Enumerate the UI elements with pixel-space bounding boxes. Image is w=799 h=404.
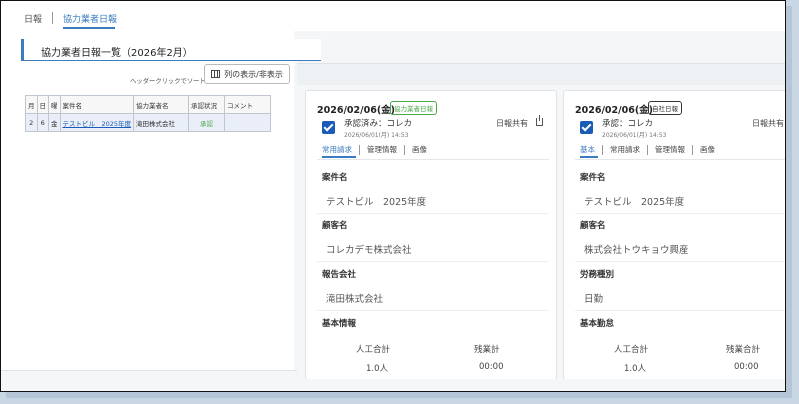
approval-timestamp: 2026/06/01(月) 14:53 bbox=[602, 132, 667, 139]
overtime-total-label: 残業合計 bbox=[726, 345, 761, 355]
header-approval-status[interactable]: 承認状況 bbox=[188, 95, 226, 114]
cell-weekday: 金 bbox=[48, 113, 61, 132]
field-label-labor-type: 労務種別 bbox=[580, 270, 615, 280]
approval-timestamp: 2026/06/01(月) 14:53 bbox=[344, 132, 409, 139]
active-subtab-indicator bbox=[580, 156, 598, 158]
header-contractor[interactable]: 協力業者名 bbox=[133, 95, 190, 114]
field-label-project: 案件名 bbox=[322, 173, 348, 183]
field-divider bbox=[317, 261, 549, 262]
cell-approval-status: 承認 bbox=[188, 113, 226, 132]
subtab-management[interactable]: 管理情報 bbox=[360, 144, 404, 155]
share-report-button[interactable]: 日報共有 bbox=[496, 118, 528, 129]
cell-month: 2 bbox=[25, 113, 38, 132]
cell-day: 6 bbox=[36, 113, 49, 132]
total-manpower-value: 1.0人 bbox=[624, 364, 647, 374]
page-title: 協力業者日報一覧（2026年2月） bbox=[41, 48, 193, 59]
report-table: 月 日 曜 案件名 協力業者名 承認状況 コメント 2 6 金 テストビル 20… bbox=[25, 95, 272, 132]
subtab-management[interactable]: 管理情報 bbox=[648, 144, 692, 155]
active-tab-indicator bbox=[63, 27, 115, 29]
field-value-project: テストビル 2025年度 bbox=[584, 197, 685, 208]
subtab-images[interactable]: 画像 bbox=[405, 144, 434, 155]
select-checkbox[interactable] bbox=[580, 121, 593, 134]
header-project[interactable]: 案件名 bbox=[59, 95, 135, 114]
table-header-row: 月 日 曜 案件名 協力業者名 承認状況 コメント bbox=[25, 95, 272, 114]
select-checkbox[interactable] bbox=[322, 121, 335, 134]
subtab-images[interactable]: 画像 bbox=[693, 144, 722, 155]
column-visibility-button[interactable]: 列の表示/非表示 bbox=[204, 64, 290, 84]
subtab-divider bbox=[575, 159, 785, 160]
header-day[interactable]: 日 bbox=[36, 95, 49, 114]
section-basic-info: 基本情報 bbox=[322, 319, 357, 329]
field-label-reporting-company: 報告会社 bbox=[322, 270, 357, 280]
overtime-value: 00:00 bbox=[479, 362, 504, 372]
tab-separator bbox=[52, 12, 53, 24]
field-divider bbox=[575, 261, 785, 262]
field-divider bbox=[317, 213, 549, 214]
field-label-customer: 顧客名 bbox=[580, 221, 606, 231]
total-manpower-value: 1.0人 bbox=[366, 364, 389, 374]
field-divider bbox=[317, 310, 549, 311]
list-bottom-divider bbox=[1, 370, 297, 371]
subtab-basic[interactable]: 基本 bbox=[580, 144, 602, 155]
sort-hint: ヘッダークリックでソート bbox=[130, 77, 206, 85]
total-manpower-label: 人工合計 bbox=[614, 345, 649, 355]
cell-comment bbox=[224, 113, 272, 132]
field-divider bbox=[575, 213, 785, 214]
report-card-contractor: 2026/02/06(金) 協力業者日報 承認済み：コレカ 2026/06/01… bbox=[305, 90, 557, 380]
approval-status: 承認：コレカ bbox=[602, 119, 654, 129]
share-icon[interactable] bbox=[536, 115, 543, 126]
field-value-customer: 株式会社トウキョウ興産 bbox=[584, 245, 689, 256]
header-comment[interactable]: コメント bbox=[224, 95, 272, 114]
header-weekday[interactable]: 曜 bbox=[48, 95, 61, 114]
tab-daily-report[interactable]: 日報 bbox=[24, 12, 42, 25]
total-manpower-label: 人工合計 bbox=[356, 345, 391, 355]
subtab-regular-billing[interactable]: 常用請求 bbox=[322, 144, 359, 155]
field-value-reporting-company: 滝田株式会社 bbox=[326, 294, 384, 305]
header-month[interactable]: 月 bbox=[25, 95, 38, 114]
share-report-button[interactable]: 日報共有 bbox=[752, 118, 784, 129]
subtab-divider bbox=[317, 159, 549, 160]
field-label-customer: 顧客名 bbox=[322, 221, 348, 231]
column-visibility-label: 列の表示/非表示 bbox=[224, 69, 283, 79]
report-type-badge: 協力業者日報 bbox=[390, 101, 437, 115]
columns-icon bbox=[211, 70, 221, 78]
app-window: 日報 協力業者日報 協力業者日報一覧（2026年2月） ヘッダークリックでソート… bbox=[0, 0, 786, 392]
cell-project-link[interactable]: テストビル 2025年度 bbox=[59, 113, 135, 132]
bottom-bar bbox=[1, 379, 785, 391]
card-date: 2026/02/06(金) bbox=[575, 105, 654, 116]
field-divider bbox=[575, 310, 785, 311]
table-row[interactable]: 2 6 金 テストビル 2025年度 滝田株式会社 承認 bbox=[25, 113, 272, 132]
field-value-project: テストビル 2025年度 bbox=[326, 197, 427, 208]
active-subtab-indicator bbox=[322, 156, 356, 158]
report-card-own-company: 2026/02/06(金) 自社日報 承認：コレカ 2026/06/01(月) … bbox=[563, 90, 785, 380]
approval-status: 承認済み：コレカ bbox=[344, 119, 413, 129]
field-value-customer: コレカデモ株式会社 bbox=[326, 245, 412, 256]
overtime-total-value: 00:00 bbox=[734, 362, 759, 372]
section-basic-attendance: 基本勤怠 bbox=[580, 319, 615, 329]
card-subtabs: 基本 常用請求 管理情報 画像 bbox=[580, 144, 722, 155]
tab-contractor-report[interactable]: 協力業者日報 bbox=[63, 12, 117, 25]
detail-toolbar-strip bbox=[297, 63, 785, 85]
cell-contractor: 滝田株式会社 bbox=[133, 113, 190, 132]
overtime-label: 残業計 bbox=[474, 345, 500, 355]
subtab-regular-billing[interactable]: 常用請求 bbox=[603, 144, 647, 155]
card-date: 2026/02/06(金) bbox=[317, 105, 396, 116]
field-value-labor-type: 日勤 bbox=[584, 294, 604, 305]
top-tab-bar: 日報 協力業者日報 bbox=[1, 1, 785, 31]
card-subtabs: 常用請求 管理情報 画像 bbox=[322, 144, 434, 155]
field-label-project: 案件名 bbox=[580, 173, 606, 183]
report-type-badge: 自社日報 bbox=[648, 101, 682, 115]
